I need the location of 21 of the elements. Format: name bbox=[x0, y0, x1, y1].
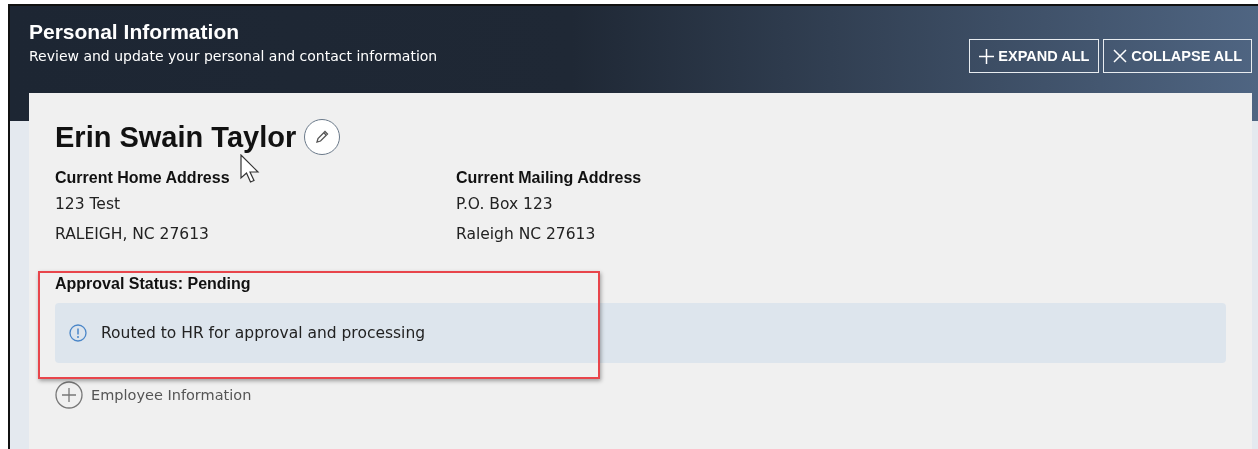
edit-button[interactable] bbox=[304, 119, 341, 155]
section-toggle[interactable]: Employee Information bbox=[55, 381, 252, 409]
info-message: Routed to HR for approval and processing bbox=[101, 324, 426, 342]
cursor-icon bbox=[240, 154, 262, 184]
info-icon bbox=[69, 324, 87, 342]
plus-icon bbox=[55, 381, 83, 409]
plus-icon bbox=[979, 48, 995, 64]
person-name: Erin Swain Taylor bbox=[55, 122, 297, 152]
collapse-all-button[interactable]: COLLAPSE ALL bbox=[1103, 39, 1252, 73]
address-label: Current Home Address bbox=[55, 168, 230, 188]
address-label: Current Mailing Address bbox=[456, 168, 642, 188]
expand-all-button[interactable]: EXPAND ALL bbox=[969, 39, 1100, 73]
page-title: Personal Information bbox=[29, 20, 241, 44]
address-line: RALEIGH, NC 27613 bbox=[55, 224, 209, 245]
pencil-icon bbox=[314, 129, 331, 145]
close-icon bbox=[1113, 49, 1128, 63]
address-line: P.O. Box 123 bbox=[456, 194, 553, 215]
address-line: 123 Test bbox=[55, 194, 121, 215]
page-subtitle: Review and update your personal and contact information bbox=[29, 48, 438, 64]
approval-status: Approval Status: Pending bbox=[55, 275, 252, 293]
address-line: Raleigh NC 27613 bbox=[456, 224, 596, 245]
